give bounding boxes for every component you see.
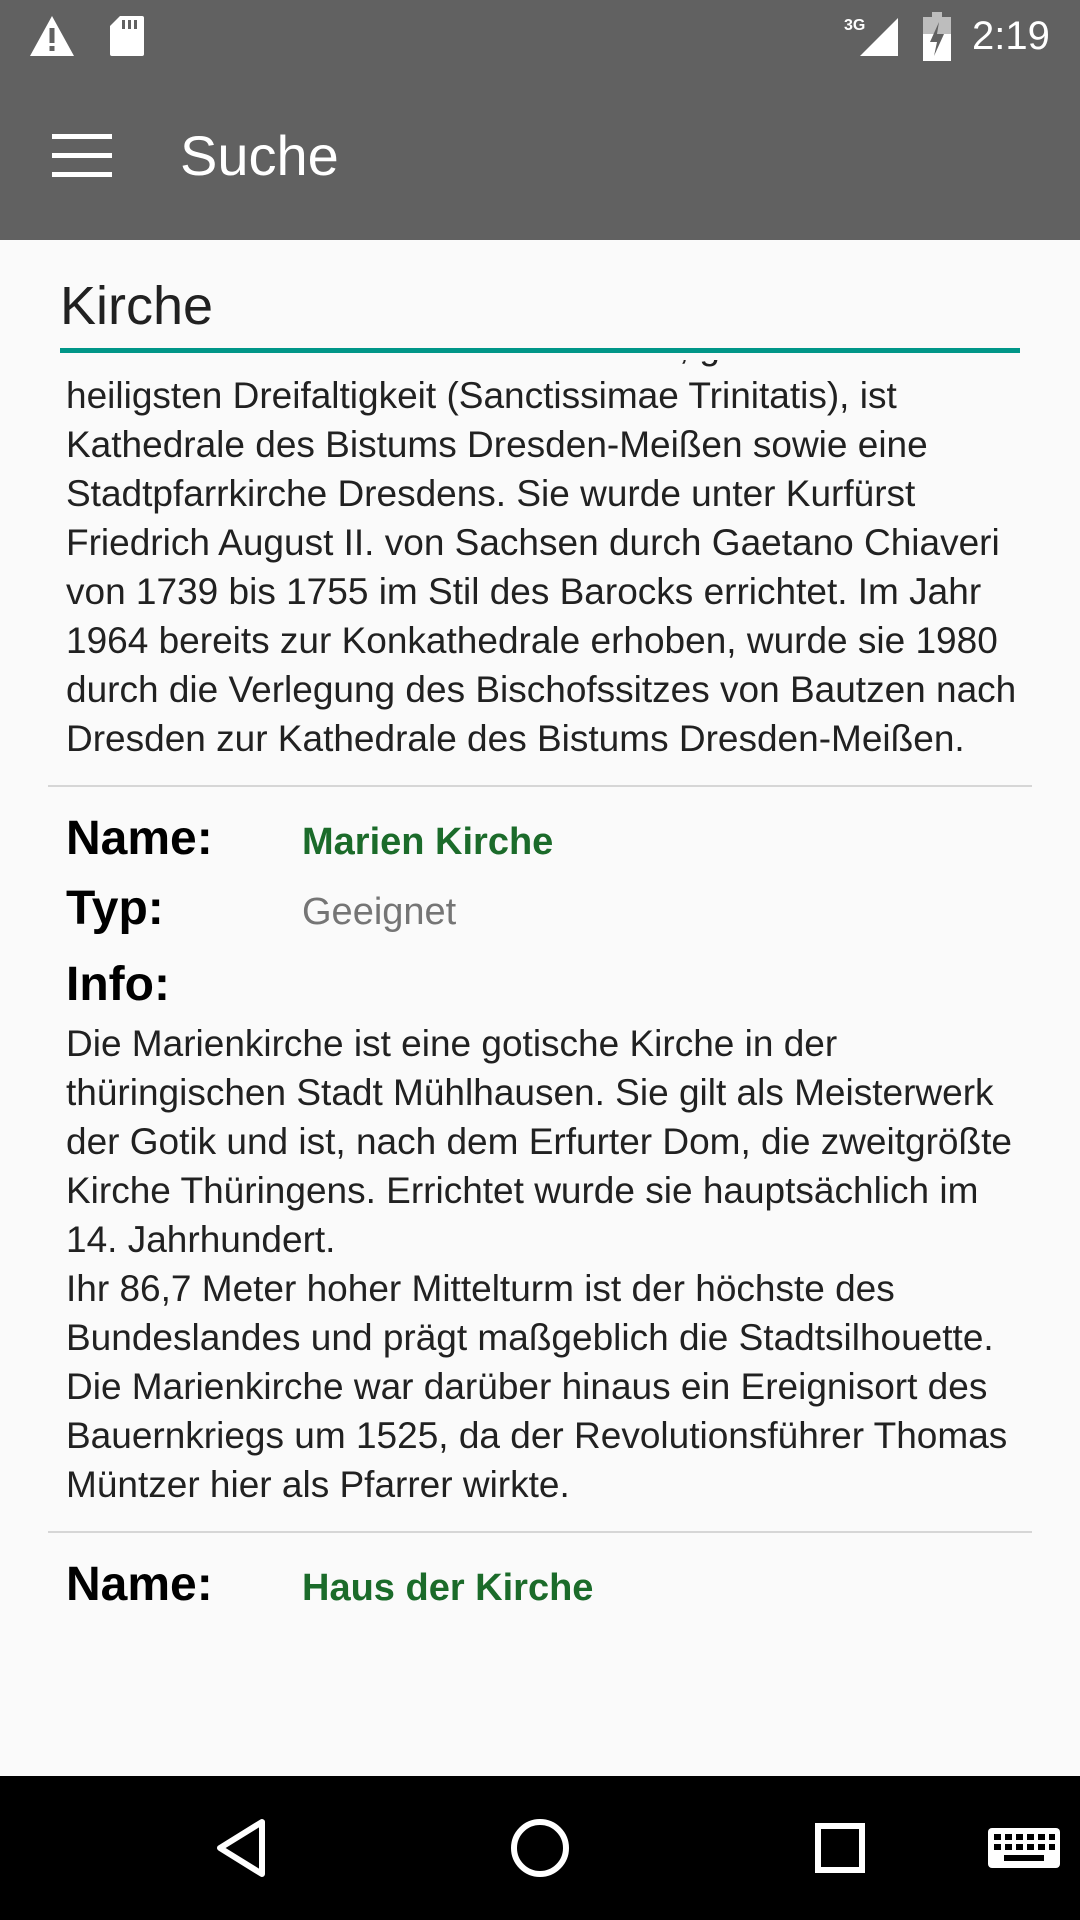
clock: 2:19 (972, 14, 1050, 58)
navigation-bar (0, 1776, 1080, 1920)
status-bar: 3G 2:19 (0, 0, 1080, 72)
results-list[interactable]: Die Katholische Hofkirche in Dresden, ge… (0, 360, 1080, 1776)
recents-icon[interactable] (804, 1812, 876, 1884)
svg-text:3G: 3G (844, 17, 865, 34)
divider (48, 785, 1032, 787)
hamburger-menu-icon[interactable] (52, 134, 112, 178)
result-info-text: Die Katholische Hofkirche in Dresden, ge… (66, 360, 1017, 759)
battery-charging-icon (923, 12, 951, 61)
search-input[interactable] (60, 268, 1020, 344)
back-icon[interactable] (206, 1812, 278, 1884)
search-field[interactable] (60, 268, 1020, 354)
warning-icon (30, 16, 74, 56)
info-label: Info: (66, 958, 170, 1011)
search-underline (60, 348, 1020, 353)
keyboard-icon[interactable] (984, 1812, 1064, 1884)
result-card[interactable]: Name: Haus der Kirche (0, 1557, 1080, 1627)
type-label: Typ: (66, 882, 164, 935)
signal-3g-icon: 3G (844, 17, 898, 56)
result-info-text: Die Marienkirche ist eine gotische Kirch… (66, 1023, 1012, 1505)
divider (48, 1531, 1032, 1533)
result-type: Geeignet (302, 891, 457, 933)
result-name: Haus der Kirche (302, 1567, 594, 1609)
sd-card-icon (110, 16, 144, 56)
page-title: Suche (180, 124, 339, 187)
type-row: Typ: Geeignet (66, 881, 1030, 951)
name-label: Name: (66, 1558, 213, 1611)
home-icon[interactable] (504, 1812, 576, 1884)
name-row: Name: Haus der Kirche (66, 1557, 1030, 1627)
app-bar: Suche (0, 72, 1080, 240)
name-label: Name: (66, 812, 213, 865)
result-card[interactable]: Name: Marien Kirche Typ: Geeignet Info: … (0, 811, 1080, 1509)
name-row: Name: Marien Kirche (66, 811, 1030, 881)
result-name: Marien Kirche (302, 821, 554, 863)
result-card-partial[interactable]: Die Katholische Hofkirche in Dresden, ge… (0, 360, 1080, 763)
